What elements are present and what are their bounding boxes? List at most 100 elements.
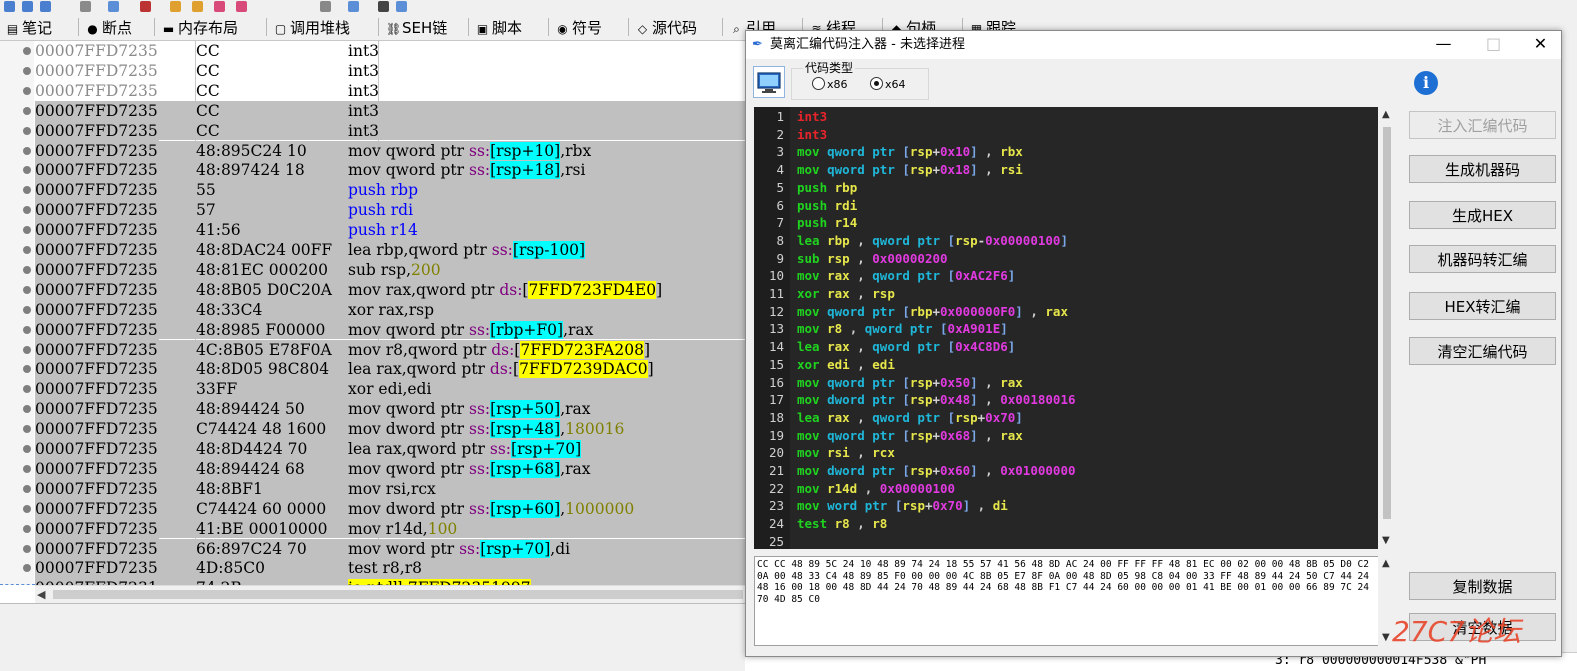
breakpoint-dot-icon[interactable]: [23, 345, 31, 354]
inject-asm-button[interactable]: 注入汇编代码: [1409, 111, 1556, 139]
bookmark-icon[interactable]: [236, 1, 247, 12]
code-line[interactable]: lea rax , qword ptr [0x4C8D6]: [797, 338, 1015, 356]
breakpoint-dot-icon[interactable]: [23, 126, 31, 135]
breakpoint-dot-icon[interactable]: [23, 166, 31, 175]
disasm-row[interactable]: 00007FFD7235 55 push rbp: [35, 180, 745, 201]
breakpoint-gutter[interactable]: [0, 41, 34, 585]
code-line[interactable]: lea rax , qword ptr [rsp+0x70]: [797, 409, 1023, 427]
code-line[interactable]: mov r8 , qword ptr [0xA901E]: [797, 320, 1008, 338]
breakpoint-dot-icon[interactable]: [23, 66, 31, 75]
breakpoint-dot-icon[interactable]: [23, 47, 31, 55]
breakpoint-dot-icon[interactable]: [23, 445, 31, 453]
disasm-row[interactable]: 00007FFD7235 48:81EC 000200 sub rsp,200: [35, 259, 745, 280]
generate-hex-button[interactable]: 生成HEX: [1409, 201, 1556, 229]
code-line[interactable]: push rbp: [797, 179, 857, 197]
generate-machine-code-button[interactable]: 生成机器码: [1409, 155, 1556, 183]
minimize-button[interactable]: —: [1421, 31, 1466, 59]
breakpoint-toggle-icon[interactable]: [140, 1, 151, 12]
code-line[interactable]: mov word ptr [rsp+0x70] , di: [797, 497, 1008, 515]
scrollbar-thumb[interactable]: [53, 590, 743, 599]
breakpoint-dot-icon[interactable]: [23, 186, 31, 195]
patch-icon[interactable]: [170, 1, 181, 12]
hex-to-asm-button[interactable]: HEX转汇编: [1409, 292, 1556, 320]
tab-breakpoint[interactable]: ● 断点: [84, 14, 132, 40]
code-line[interactable]: push r14: [797, 214, 857, 232]
radio-x64-dot[interactable]: [870, 77, 883, 90]
injector-title-bar[interactable]: ✒ 莫离汇编代码注入器 - 未选择进程 — □ ✕: [746, 31, 1561, 59]
disasm-row[interactable]: 00007FFD7235 C74424 48 1600 mov dword ptr …: [35, 419, 745, 440]
disasm-row[interactable]: 00007FFD7235 4C:8B05 E78F0A mov r8,qword p…: [35, 339, 745, 360]
code-line[interactable]: mov rax , qword ptr [0xAC2F6]: [797, 267, 1015, 285]
code-line[interactable]: mov r14d , 0x00000100: [797, 480, 955, 498]
code-line[interactable]: xor edi , edi: [797, 356, 895, 374]
disasm-row[interactable]: 00007FFD7235 41:56 push r14: [35, 220, 745, 241]
code-line[interactable]: mov qword ptr [rsp+0x50] , rax: [797, 374, 1023, 392]
disasm-row[interactable]: 00007FFD7235 CC int3: [35, 61, 745, 81]
calculator-icon[interactable]: [378, 1, 389, 12]
code-line[interactable]: mov qword ptr [rsp+0x68] , rax: [797, 427, 1023, 445]
scrollbar-thumb[interactable]: [1383, 127, 1391, 519]
select-process-button[interactable]: [753, 66, 785, 98]
disasm-row[interactable]: 00007FFD7235 48:8DAC24 00FF lea rbp,qword …: [35, 240, 745, 260]
tab-symbols[interactable]: ◉ 符号: [554, 14, 602, 40]
code-line[interactable]: test r8 , r8: [797, 515, 887, 533]
breakpoint-dot-icon[interactable]: [23, 265, 31, 274]
tab-call-stack[interactable]: ▢ 调用堆栈: [272, 14, 350, 40]
scroll-down-icon[interactable]: ▼: [1382, 535, 1390, 546]
code-line[interactable]: mov dword ptr [rsp+0x60] , 0x01000000: [797, 462, 1076, 480]
settings-icon[interactable]: [348, 1, 359, 12]
breakpoint-dot-icon[interactable]: [23, 544, 31, 553]
disasm-row[interactable]: 00007FFD7235 48:33C4 xor rax,rsp: [35, 299, 745, 320]
step-over-icon[interactable]: [40, 1, 51, 12]
label-icon[interactable]: [214, 1, 225, 12]
breakpoint-dot-icon[interactable]: [23, 325, 31, 334]
asm-code-editor[interactable]: 1 2 3 4 5 6 7 8 9 10 11 12 13 14 15 16 17 18 19 20 21 22 23 24 2…: [754, 107, 1378, 549]
breakpoint-dot-icon[interactable]: [23, 206, 31, 215]
tab-memory-map[interactable]: ▬ 内存布局: [160, 14, 238, 40]
disasm-row[interactable]: 00007FFD7235 41:BE 00010000 mov r14d,100: [35, 518, 745, 539]
machine-code-to-asm-button[interactable]: 机器码转汇编: [1409, 245, 1556, 273]
breakpoint-dot-icon[interactable]: [23, 146, 31, 155]
disasm-row[interactable]: 00007FFD7235 48:8BF1 mov rsi,rcx: [35, 478, 745, 499]
disasm-row[interactable]: 00007FFD7235 CC int3: [35, 41, 745, 61]
code-line[interactable]: sub rsp , 0x00000200: [797, 250, 948, 268]
disasm-row[interactable]: 00007FFD7235 CC int3: [35, 81, 745, 101]
tab-script[interactable]: ▣ 脚本: [474, 14, 522, 40]
tab-source[interactable]: ◇ 源代码: [634, 14, 697, 40]
disasm-row[interactable]: 00007FFD7235 C74424 60 0000 mov dword ptr …: [35, 498, 745, 519]
tab-notes[interactable]: ▤ 笔记: [4, 14, 52, 40]
hex-output-box[interactable]: CC CC 48 89 5C 24 10 48 89 74 24 18 55 5…: [754, 556, 1380, 646]
code-line[interactable]: int3: [797, 126, 827, 144]
breakpoint-dot-icon[interactable]: [23, 464, 31, 473]
code-line[interactable]: mov qword ptr [rsp+0x18] , rsi: [797, 161, 1023, 179]
disasm-row[interactable]: 00007FFD7235 33FF xor edi,edi: [35, 379, 745, 400]
radio-x86[interactable]: x86: [812, 77, 848, 91]
breakpoint-dot-icon[interactable]: [23, 425, 31, 434]
disasm-row[interactable]: 00007FFD7235 48:8D05 98C804 lea rax,qword …: [35, 359, 745, 380]
breakpoint-dot-icon[interactable]: [23, 285, 31, 294]
disasm-row[interactable]: 00007FFD723174 2Bje ntdll.7FFD72351997: [35, 578, 745, 585]
close-button[interactable]: ✕: [1518, 31, 1563, 59]
disasm-row[interactable]: 00007FFD7235 48:894424 68 mov qword ptr ss…: [35, 458, 745, 479]
disassembly-view[interactable]: 00007FFD7235 CC int3 00007FFD7235 CC int3 0000…: [35, 41, 745, 585]
code-line[interactable]: int3: [797, 108, 827, 126]
breakpoint-dot-icon[interactable]: [23, 226, 31, 235]
disasm-row[interactable]: 00007FFD7235 48:897424 18 mov qword ptr ss…: [35, 160, 745, 181]
breakpoint-dot-icon[interactable]: [23, 405, 31, 414]
disasm-row[interactable]: 00007FFD7235 CC int3: [35, 120, 745, 141]
disasm-row[interactable]: 00007FFD7235 48:894424 50 mov qword ptr ss…: [35, 399, 745, 420]
disasm-row[interactable]: 00007FFD7235 48:8985 F00000 mov qword ptr …: [35, 319, 745, 340]
breakpoint-dot-icon[interactable]: [23, 564, 31, 573]
comment-icon[interactable]: [192, 1, 203, 12]
copy-data-button[interactable]: 复制数据: [1409, 572, 1556, 600]
scroll-down-icon[interactable]: ▼: [1382, 632, 1390, 643]
code-line[interactable]: mov qword ptr [rsp+0x10] , rbx: [797, 143, 1023, 161]
code-line[interactable]: mov qword ptr [rbp+0x000000F0] , rax: [797, 303, 1068, 321]
disasm-row[interactable]: 00007FFD7235 48:895C24 10 mov qword ptr ss…: [35, 140, 745, 161]
code-line[interactable]: mov dword ptr [rsp+0x48] , 0x00180016: [797, 391, 1076, 409]
breakpoint-dot-icon[interactable]: [23, 305, 31, 314]
code-line[interactable]: xor rax , rsp: [797, 285, 895, 303]
scroll-up-icon[interactable]: ▲: [1382, 558, 1390, 569]
run-to-icon[interactable]: [108, 1, 119, 12]
breakpoint-dot-icon[interactable]: [23, 385, 31, 394]
